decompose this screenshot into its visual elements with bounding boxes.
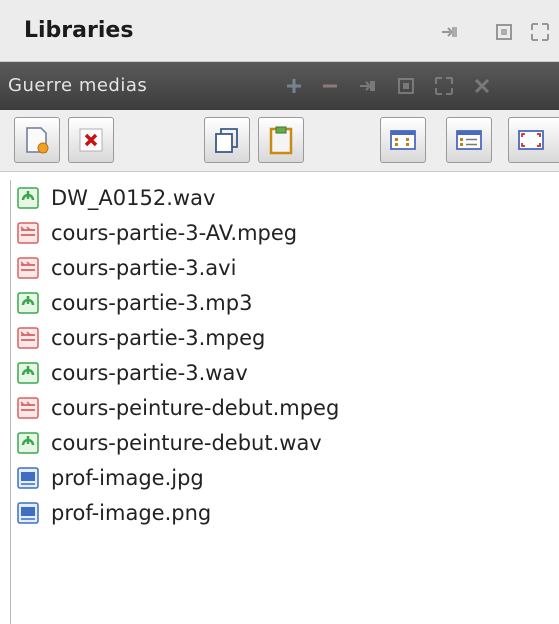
new-item-button[interactable] <box>14 117 60 163</box>
file-list-item[interactable]: cours-peinture-debut.wav <box>11 425 559 460</box>
file-name: cours-partie-3.avi <box>51 255 237 280</box>
file-list-item[interactable]: cours-peinture-debut.mpeg <box>11 390 559 425</box>
new-document-icon <box>26 127 49 154</box>
copy-button[interactable] <box>204 117 250 163</box>
video-file-icon <box>17 221 39 244</box>
file-list-item[interactable]: cours-partie-3-AV.mpeg <box>11 215 559 250</box>
video-file-icon <box>17 256 39 279</box>
add-icon[interactable] <box>284 76 304 96</box>
paste-icon <box>269 126 293 155</box>
panel-header: Guerre medias <box>0 62 559 110</box>
delete-icon <box>79 128 103 152</box>
panel-title: Guerre medias <box>8 75 148 96</box>
file-list-item[interactable]: cours-partie-3.mp3 <box>11 285 559 320</box>
libraries-titlebar: Libraries <box>0 0 559 62</box>
file-list-item[interactable]: DW_A0152.wav <box>11 180 559 215</box>
file-name: cours-peinture-debut.mpeg <box>51 395 340 420</box>
audio-file-icon <box>17 186 39 209</box>
video-file-icon <box>17 326 39 349</box>
fullscreen-button[interactable] <box>508 117 559 163</box>
file-list-item[interactable]: cours-partie-3.avi <box>11 250 559 285</box>
file-name: DW_A0152.wav <box>51 185 216 210</box>
maximize-icon[interactable] <box>434 76 454 96</box>
library-toolbar <box>0 110 559 172</box>
audio-file-icon <box>17 291 39 314</box>
window-title: Libraries <box>24 18 134 43</box>
paste-button[interactable] <box>258 117 304 163</box>
remove-icon[interactable] <box>320 76 340 96</box>
pin-icon[interactable] <box>440 22 460 42</box>
file-list-item[interactable]: prof-image.png <box>11 495 559 530</box>
file-list-item[interactable]: cours-partie-3.mpeg <box>11 320 559 355</box>
list-view-icon <box>456 130 482 150</box>
audio-file-icon <box>17 361 39 384</box>
minimize-icon[interactable] <box>494 22 514 42</box>
file-name: cours-partie-3.mp3 <box>51 290 253 315</box>
video-file-icon <box>17 396 39 419</box>
close-icon[interactable] <box>472 76 492 96</box>
pin-icon[interactable] <box>358 76 378 96</box>
icon-view-button[interactable] <box>380 117 426 163</box>
minimize-icon[interactable] <box>396 76 416 96</box>
icon-view-icon <box>390 130 416 150</box>
file-name: cours-partie-3.mpeg <box>51 325 266 350</box>
audio-file-icon <box>17 431 39 454</box>
file-name: cours-partie-3.wav <box>51 360 248 385</box>
copy-icon <box>215 128 238 153</box>
image-file-icon <box>17 501 39 524</box>
maximize-icon[interactable] <box>530 22 550 42</box>
file-name: cours-peinture-debut.wav <box>51 430 322 455</box>
file-name: cours-partie-3-AV.mpeg <box>51 220 298 245</box>
list-view-button[interactable] <box>446 117 492 163</box>
fullscreen-icon <box>518 130 544 150</box>
file-list-item[interactable]: cours-partie-3.wav <box>11 355 559 390</box>
file-list: DW_A0152.wav cours-partie-3-AV.mpeg cours-… <box>10 180 559 624</box>
file-list-item[interactable]: prof-image.jpg <box>11 460 559 495</box>
file-name: prof-image.png <box>51 500 212 525</box>
image-file-icon <box>17 466 39 489</box>
file-name: prof-image.jpg <box>51 465 204 490</box>
delete-button[interactable] <box>68 117 114 163</box>
